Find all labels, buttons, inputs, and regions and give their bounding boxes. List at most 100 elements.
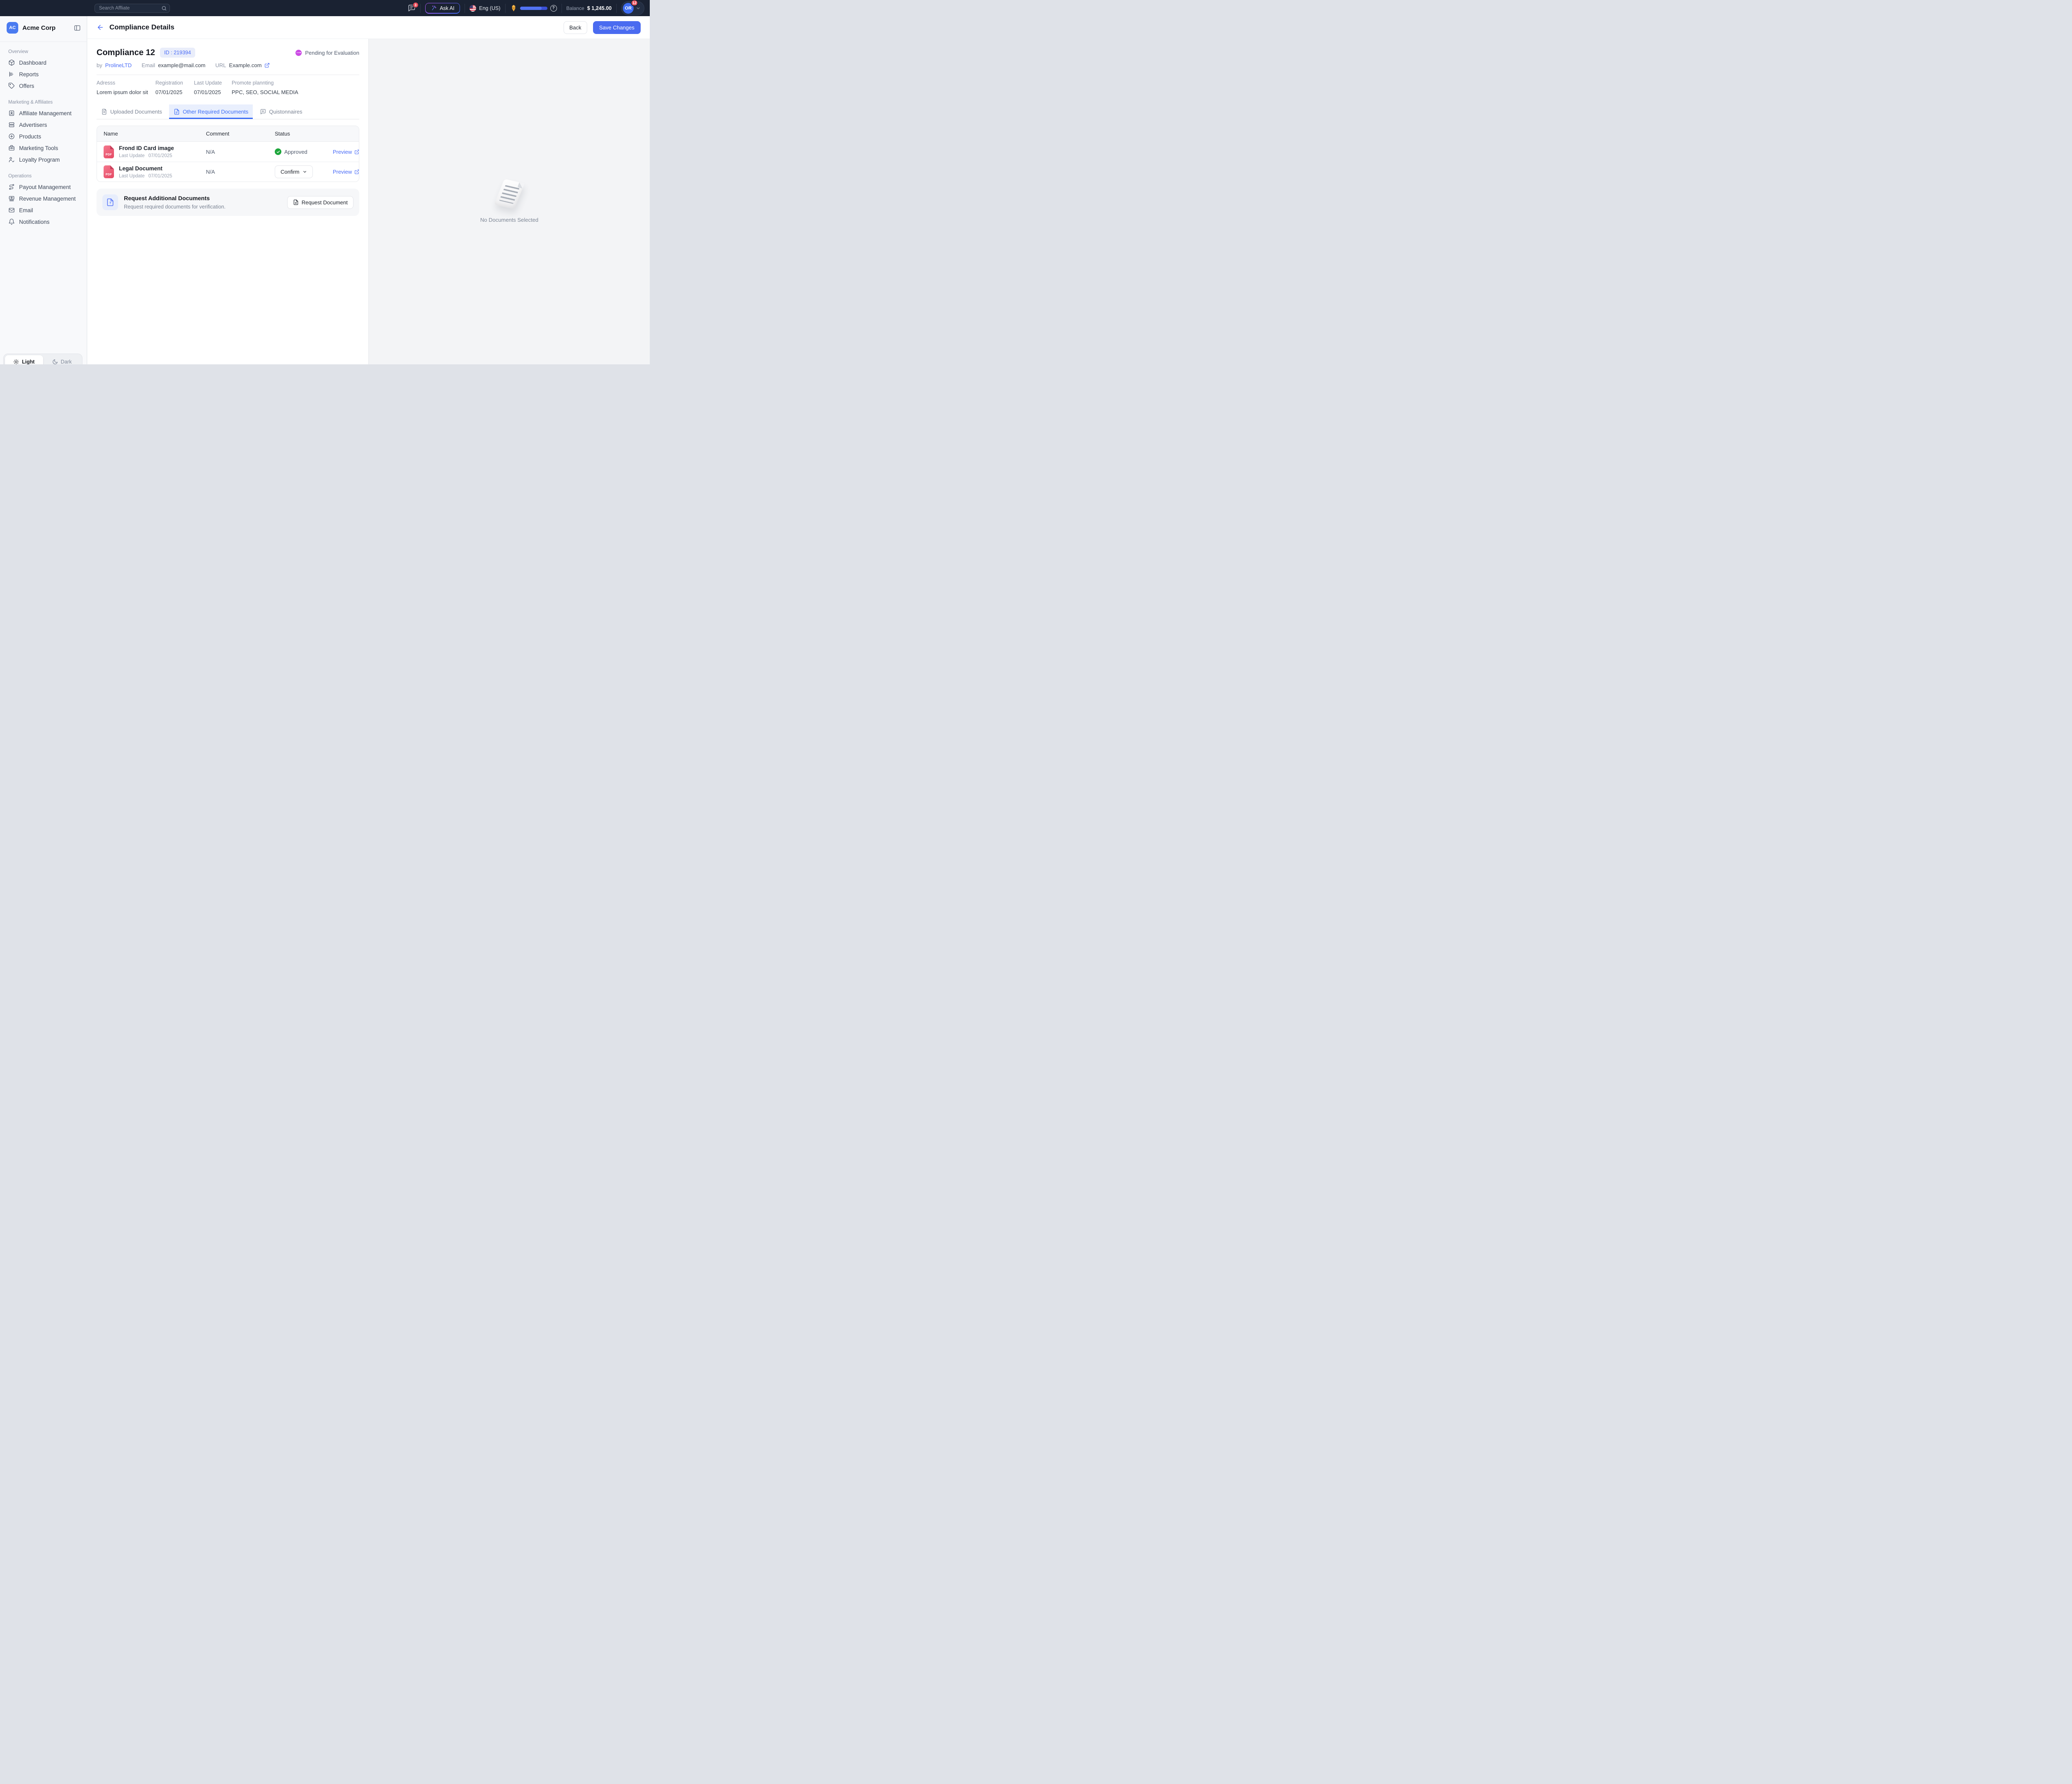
progress-fill xyxy=(520,7,542,10)
topbar: 3 Ask AI Eng (US) xyxy=(0,0,650,16)
save-changes-button[interactable]: Save Changes xyxy=(593,21,641,34)
briefcase-icon xyxy=(8,145,15,151)
sidebar-item-label: Notifications xyxy=(19,219,50,225)
sidebar-item-marketing-tools[interactable]: Marketing Tools xyxy=(0,142,87,154)
field-promote-planning: Promote plannting PPC, SEO, SOCIAL MEDIA xyxy=(232,80,359,95)
company-link[interactable]: ProlineLTD xyxy=(105,62,132,68)
sidebar-item-products[interactable]: Products xyxy=(0,131,87,142)
progress-bar xyxy=(520,7,547,10)
balance-label: Balance xyxy=(566,5,584,11)
col-name: Name xyxy=(104,131,206,137)
page-header: Compliance Details Back Save Changes xyxy=(87,16,650,39)
external-link-icon xyxy=(354,169,359,175)
org-name: Acme Corp xyxy=(22,24,56,32)
document-name: Legal Document xyxy=(119,165,172,172)
document-last-update: Last Update 07/01/2025 xyxy=(119,174,172,179)
medal-icon xyxy=(510,4,517,12)
chevron-down-icon xyxy=(303,170,307,174)
help-icon[interactable]: ? xyxy=(550,5,557,12)
sidebar-item-label: Dashboard xyxy=(19,60,46,66)
tab-label: Quistonnaires xyxy=(269,109,302,115)
col-status: Status xyxy=(275,131,326,137)
back-button[interactable]: Back xyxy=(564,21,587,34)
check-circle-icon xyxy=(275,148,281,155)
theme-dark-label: Dark xyxy=(61,359,72,364)
divider xyxy=(616,4,617,13)
table-row: PDF Legal Document Last Update 07/01/202… xyxy=(97,162,359,182)
cube-icon xyxy=(8,59,15,66)
confirm-dropdown[interactable]: Confirm xyxy=(275,165,313,178)
document-status: Approved xyxy=(275,148,326,155)
table-row: PDF Frond ID Card image Last Update 07/0… xyxy=(97,142,359,162)
sidebar-item-dashboard[interactable]: Dashboard xyxy=(0,57,87,68)
sidebar-item-offers[interactable]: Offers xyxy=(0,80,87,92)
document-preview-panel: No Documents Selected xyxy=(369,39,650,364)
sidebar-item-label: Reports xyxy=(19,71,39,78)
request-document-button[interactable]: Request Document xyxy=(287,196,353,209)
main-body: Compliance 12 ID : 219394 Pending for Ev… xyxy=(87,39,650,364)
pending-status-icon xyxy=(295,50,302,56)
ask-ai-button[interactable]: Ask AI xyxy=(425,3,460,14)
section-label-marketing: Marketing & Affiliates xyxy=(0,97,87,107)
search-icon xyxy=(161,5,167,11)
by-label: by xyxy=(97,62,102,68)
sidebar-item-email[interactable]: Email xyxy=(0,204,87,216)
preview-link[interactable]: Preview xyxy=(326,149,359,155)
tab-other-required-documents[interactable]: Other Required Documents xyxy=(169,104,253,119)
mail-icon xyxy=(8,207,15,213)
level-progress: ? xyxy=(510,4,557,12)
sidebar-item-reports[interactable]: Reports xyxy=(0,68,87,80)
user-menu[interactable]: OR 12 xyxy=(621,1,644,15)
empty-state: No Documents Selected xyxy=(480,180,538,223)
external-link-icon[interactable] xyxy=(264,63,270,68)
section-label-operations: Operations xyxy=(0,170,87,181)
wand-icon xyxy=(431,5,437,11)
url-label: URL xyxy=(215,62,226,68)
divider xyxy=(420,4,421,13)
sidebar-item-payout-management[interactable]: Payout Management xyxy=(0,181,87,193)
file-text-icon xyxy=(293,199,299,205)
tab-uploaded-documents[interactable]: Uploaded Documents xyxy=(97,104,167,119)
back-arrow-icon[interactable] xyxy=(97,24,104,31)
sidebar-item-label: Payout Management xyxy=(19,184,71,190)
field-address: Adresss Lorem ipsum dolor sit xyxy=(97,80,155,95)
status-label: Pending for Evaluation xyxy=(305,50,359,56)
org-logo: AC xyxy=(7,22,18,34)
language-selector[interactable]: Eng (US) xyxy=(470,5,500,12)
messages-button[interactable]: 3 xyxy=(408,4,416,12)
bell-icon xyxy=(8,218,15,225)
us-flag-icon xyxy=(470,5,476,12)
banknote-icon xyxy=(8,195,15,202)
sidebar-item-loyalty-program[interactable]: Loyalty Program xyxy=(0,154,87,165)
collapse-sidebar-button[interactable] xyxy=(74,24,81,32)
org-switcher[interactable]: AC Acme Corp xyxy=(0,16,87,39)
circle-plus-icon xyxy=(8,133,15,140)
balance: Balance $ 1,245.00 xyxy=(566,5,612,11)
request-documents-title: Request Additional Documents xyxy=(124,195,225,201)
sidebar-item-label: Revenue Management xyxy=(19,196,76,202)
theme-light-button[interactable]: Light xyxy=(5,355,43,364)
balance-value: $ 1,245.00 xyxy=(587,5,612,11)
search-input[interactable] xyxy=(94,4,170,13)
preview-link[interactable]: Preview xyxy=(326,169,359,175)
sidebar-item-revenue-management[interactable]: Revenue Management xyxy=(0,193,87,204)
messages-badge: 3 xyxy=(413,2,419,8)
sidebar-item-advertisers[interactable]: Advertisers xyxy=(0,119,87,131)
sidebar-item-notifications[interactable]: Notifications xyxy=(0,216,87,228)
theme-dark-button[interactable]: Dark xyxy=(43,355,81,364)
chevron-down-icon xyxy=(636,6,641,11)
compliance-detail-card: Compliance 12 ID : 219394 Pending for Ev… xyxy=(87,39,369,364)
theme-toggle: Light Dark xyxy=(3,354,82,364)
request-documents-card: ? Request Additional Documents Request r… xyxy=(97,189,359,216)
ask-ai-label: Ask AI xyxy=(440,5,454,11)
tab-questionnaires[interactable]: Quistonnaires xyxy=(255,104,307,119)
field-last-update: Last Update 07/01/2025 xyxy=(194,80,232,95)
sidebar-item-affiliate-management[interactable]: Affiliate Management xyxy=(0,107,87,119)
document-illustration-icon xyxy=(494,179,525,209)
stacked-rows-icon xyxy=(8,121,15,128)
status-badge: Pending for Evaluation xyxy=(295,50,359,56)
file-icon xyxy=(174,109,180,115)
page-title: Compliance Details xyxy=(109,23,174,32)
compliance-id-badge: ID : 219394 xyxy=(160,48,195,58)
route-icon xyxy=(8,184,15,190)
